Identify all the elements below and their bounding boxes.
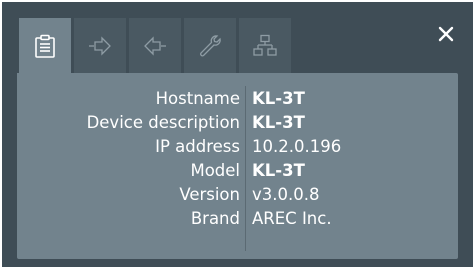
hostname-value: KL-3T (252, 89, 305, 108)
arrow-in-icon (87, 33, 113, 59)
arrow-out-icon (142, 33, 168, 59)
dialog-frame: Hostname KL-3T Device description KL-3T … (2, 2, 473, 267)
info-row-version: Version v3.0.0.8 (17, 185, 458, 209)
description-value: KL-3T (252, 113, 305, 132)
ip-label: IP address (155, 137, 240, 156)
info-row-hostname: Hostname KL-3T (17, 89, 458, 113)
tab-input[interactable] (74, 18, 126, 73)
model-label: Model (190, 161, 240, 180)
hostname-label: Hostname (155, 89, 240, 108)
tab-network[interactable] (239, 18, 291, 73)
brand-label: Brand (190, 209, 240, 228)
info-row-ip: IP address 10.2.0.196 (17, 137, 458, 161)
clipboard-icon (32, 33, 58, 59)
tab-settings[interactable] (184, 18, 236, 73)
brand-value: AREC Inc. (252, 209, 332, 228)
info-row-brand: Brand AREC Inc. (17, 209, 458, 233)
info-row-description: Device description KL-3T (17, 113, 458, 137)
ip-value: 10.2.0.196 (252, 137, 342, 156)
info-row-model: Model KL-3T (17, 161, 458, 185)
description-label: Device description (86, 113, 240, 132)
version-value: v3.0.0.8 (252, 185, 320, 204)
tab-bar (19, 18, 294, 73)
close-button[interactable] (436, 26, 456, 46)
model-value: KL-3T (252, 161, 305, 180)
info-panel: Hostname KL-3T Device description KL-3T … (17, 73, 458, 259)
tab-output[interactable] (129, 18, 181, 73)
network-icon (252, 33, 278, 59)
version-label: Version (179, 185, 240, 204)
wrench-icon (197, 33, 223, 59)
tab-info[interactable] (19, 18, 71, 73)
close-icon (438, 26, 454, 46)
